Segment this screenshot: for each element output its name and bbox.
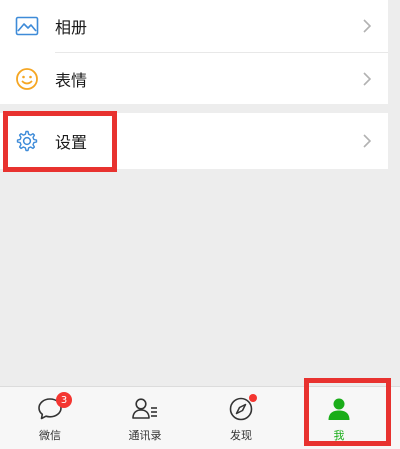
- new-content-dot: [249, 394, 257, 402]
- tab-chats[interactable]: 3 微信: [0, 387, 100, 449]
- tab-me-label: 我: [333, 429, 345, 442]
- tab-contacts-label: 通讯录: [128, 429, 162, 442]
- menu-item-settings-label: 设置: [55, 133, 88, 152]
- menu-item-stickers-label: 表情: [55, 71, 88, 90]
- photo-album-icon: [14, 13, 40, 39]
- chat-bubble-icon: 3: [36, 392, 72, 423]
- tab-me[interactable]: 我: [289, 387, 389, 449]
- chevron-right-icon: [360, 19, 374, 33]
- tab-discover[interactable]: 发现: [191, 387, 291, 449]
- person-icon: [325, 395, 353, 423]
- menu-item-album[interactable]: 相册: [0, 0, 388, 52]
- menu-item-settings[interactable]: 设置: [0, 115, 388, 167]
- chevron-right-icon: [360, 134, 374, 148]
- menu-item-stickers[interactable]: 表情: [0, 53, 388, 105]
- menu-group-top: 相册 表情: [0, 0, 388, 104]
- tab-contacts[interactable]: 通讯录: [95, 387, 195, 449]
- smiley-icon: [14, 66, 40, 92]
- compass-icon: [227, 394, 257, 423]
- chevron-right-icon: [360, 72, 374, 86]
- tab-discover-label: 发现: [230, 429, 252, 442]
- gear-icon: [14, 128, 40, 154]
- tab-chats-label: 微信: [39, 429, 61, 442]
- unread-badge: 3: [56, 392, 72, 408]
- bottom-tab-bar: 3 微信 通讯录 发现 我: [0, 386, 400, 449]
- page-edge: [388, 0, 400, 386]
- menu-item-album-label: 相册: [55, 18, 88, 37]
- contacts-icon: [131, 395, 159, 423]
- me-page: 相册 表情 设置 3 微信 通讯录 发现 我: [0, 0, 400, 449]
- menu-group-settings: 设置: [0, 113, 388, 169]
